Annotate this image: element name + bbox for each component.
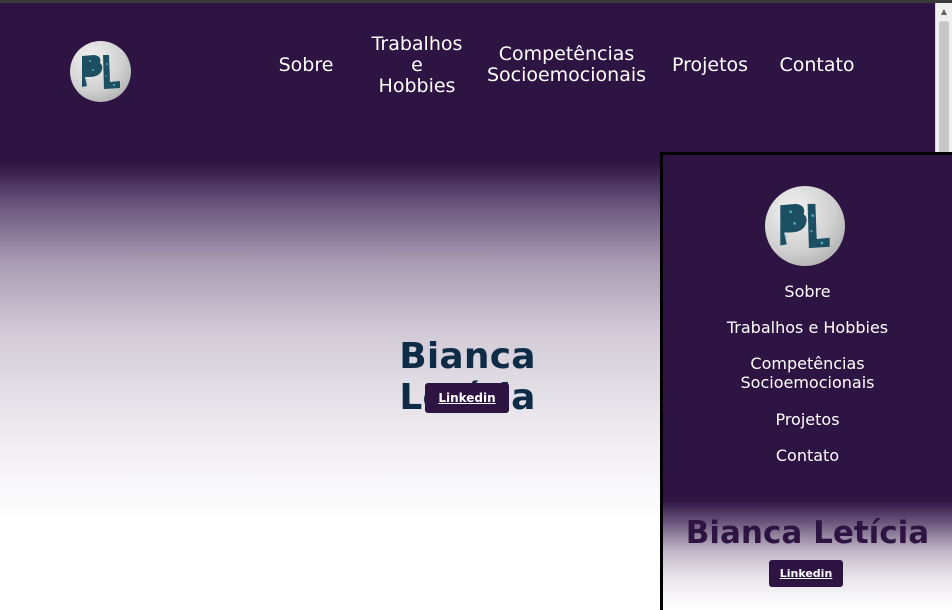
scrollbar-thumb[interactable] <box>939 21 949 171</box>
mobile-nav-trabalhos-e-hobbies[interactable]: Trabalhos e Hobbies <box>663 318 952 337</box>
nav-competencias-line-1: Competências <box>498 43 635 65</box>
linkedin-button[interactable]: Linkedin <box>425 383 509 413</box>
logo[interactable] <box>70 41 131 102</box>
mobile-preview-panel: Sobre Trabalhos e Hobbies Competências S… <box>660 152 952 610</box>
mobile-nav-competencias-line-1: Competências <box>750 354 865 373</box>
nav-contato[interactable]: Contato <box>770 55 864 76</box>
nav-sobre[interactable]: Sobre <box>268 55 344 76</box>
mobile-nav-projetos[interactable]: Projetos <box>663 410 952 429</box>
mobile-nav-competencias-socioemocionais[interactable]: Competências Socioemocionais <box>663 354 952 392</box>
scroll-up-arrow-icon[interactable]: ▲ <box>936 3 952 19</box>
mobile-logo[interactable] <box>765 186 845 266</box>
mobile-nav-competencias-line-2: Socioemocionais <box>740 373 875 392</box>
nav-trabalhos-line-1: Trabalhos <box>371 33 463 55</box>
nav-projetos[interactable]: Projetos <box>662 55 758 76</box>
mobile-preview-viewport: Sobre Trabalhos e Hobbies Competências S… <box>663 155 952 610</box>
mobile-linkedin-button[interactable]: Linkedin <box>769 560 843 587</box>
mobile-logo-letters-icon <box>780 203 830 249</box>
nav-competencias-socioemocionais[interactable]: Competências Socioemocionais <box>480 44 653 86</box>
mobile-nav-sobre[interactable]: Sobre <box>663 282 952 301</box>
logo-letters-icon <box>81 54 120 89</box>
mobile-nav-contato[interactable]: Contato <box>663 446 952 465</box>
nav-competencias-line-2: Socioemocionais <box>486 64 647 86</box>
nav-trabalhos-line-3: Hobbies <box>378 75 456 97</box>
mobile-hero-title: Bianca Letícia <box>685 515 930 551</box>
nav-trabalhos-line-2: e <box>411 54 423 76</box>
nav-trabalhos-e-hobbies[interactable]: Trabalhos e Hobbies <box>357 34 477 97</box>
